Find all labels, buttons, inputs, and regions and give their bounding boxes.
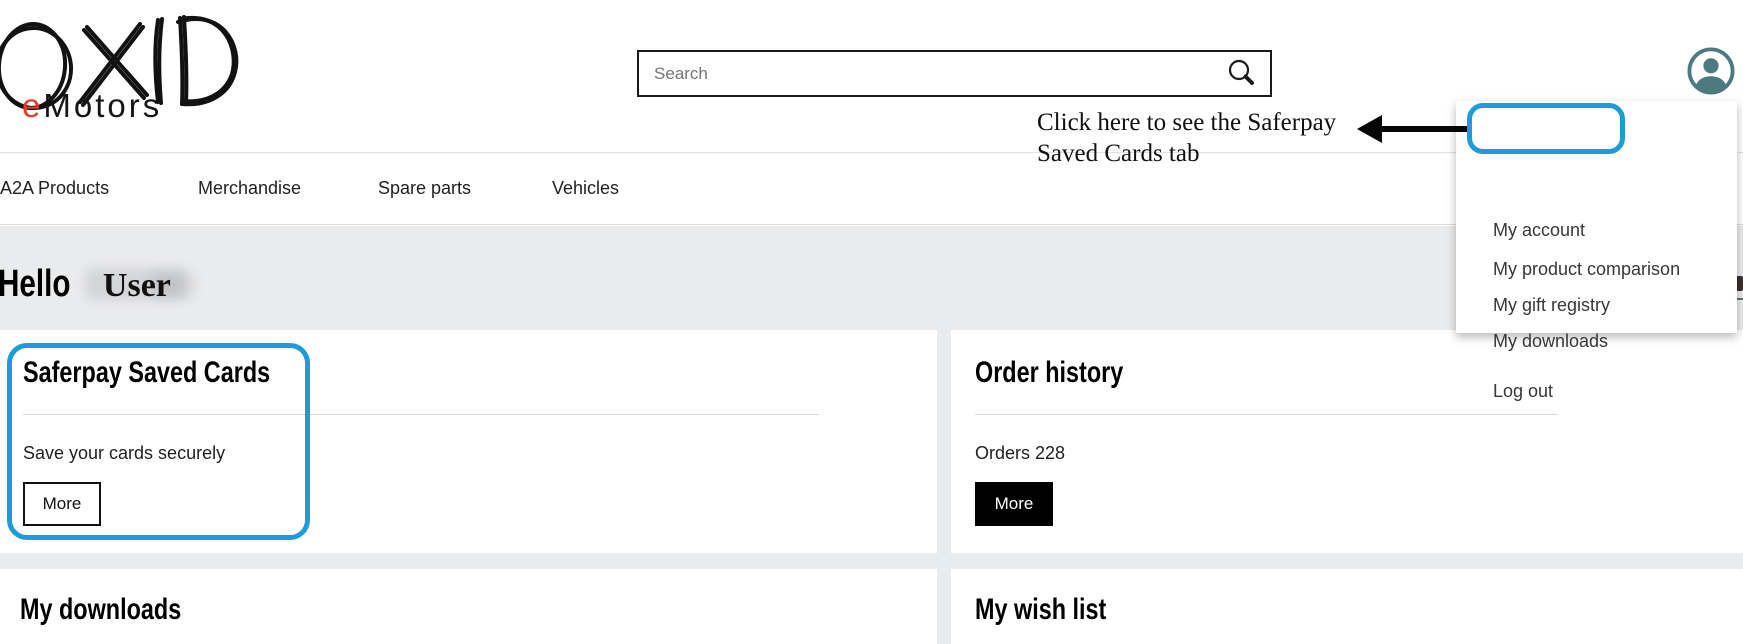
greeting-hello: Hello bbox=[0, 263, 70, 306]
card-title-saferpay: Saferpay Saved Cards bbox=[23, 356, 270, 390]
card-saferpay-saved-cards: Saferpay Saved Cards Save your cards sec… bbox=[0, 330, 937, 553]
card-title-my-wish-list: My wish list bbox=[975, 593, 1106, 627]
nav-item-a2a-products[interactable]: A2A Products bbox=[0, 178, 109, 199]
menu-item-my-account[interactable]: My account bbox=[1493, 220, 1585, 241]
oxid-logo[interactable]: eMotors bbox=[0, 6, 244, 126]
card-title-my-downloads: My downloads bbox=[20, 593, 181, 627]
menu-item-my-product-comparison[interactable]: My product comparison bbox=[1493, 259, 1680, 280]
order-history-more-button[interactable]: More bbox=[975, 482, 1053, 526]
card-title-order-history: Order history bbox=[975, 356, 1123, 390]
card-order-history: Order history Orders 228 More bbox=[951, 330, 1743, 553]
card-body-saferpay: Save your cards securely bbox=[23, 443, 225, 464]
obscured-content-fragment bbox=[1737, 298, 1743, 300]
menu-item-log-out[interactable]: Log out bbox=[1493, 381, 1553, 402]
greeting: Hello User bbox=[0, 263, 171, 306]
search-input[interactable] bbox=[639, 52, 1270, 95]
card-divider bbox=[23, 414, 819, 415]
obscured-content-fragment bbox=[1736, 276, 1743, 291]
logo-emotors-text: eMotors bbox=[22, 87, 162, 124]
search-box bbox=[637, 50, 1272, 97]
annotation-arrow-icon bbox=[1355, 111, 1470, 147]
account-circle-icon[interactable] bbox=[1687, 47, 1735, 95]
nav-item-spare-parts[interactable]: Spare parts bbox=[378, 178, 471, 199]
menu-item-my-gift-registry[interactable]: My gift registry bbox=[1493, 295, 1610, 316]
card-my-wish-list: My wish list bbox=[951, 569, 1743, 644]
nav-item-merchandise[interactable]: Merchandise bbox=[198, 178, 301, 199]
search-icon[interactable] bbox=[1224, 56, 1258, 90]
card-my-downloads: My downloads bbox=[0, 569, 937, 644]
saferpay-more-button[interactable]: More bbox=[23, 482, 101, 526]
card-body-order-history: Orders 228 bbox=[975, 443, 1065, 464]
annotation-line2: Saved Cards tab bbox=[1037, 138, 1367, 169]
menu-item-my-downloads[interactable]: My downloads bbox=[1493, 331, 1608, 352]
greeting-user-name: User bbox=[103, 267, 171, 305]
nav-item-vehicles[interactable]: Vehicles bbox=[552, 178, 619, 199]
annotation-line1: Click here to see the Saferpay bbox=[1037, 107, 1367, 138]
card-divider bbox=[975, 414, 1558, 415]
annotation-text: Click here to see the Saferpay Saved Car… bbox=[1037, 107, 1367, 169]
account-page: eMotors A2A Products Merchandise Spare p… bbox=[0, 0, 1743, 644]
account-dropdown-menu: My account My product comparison My gift… bbox=[1456, 101, 1737, 333]
